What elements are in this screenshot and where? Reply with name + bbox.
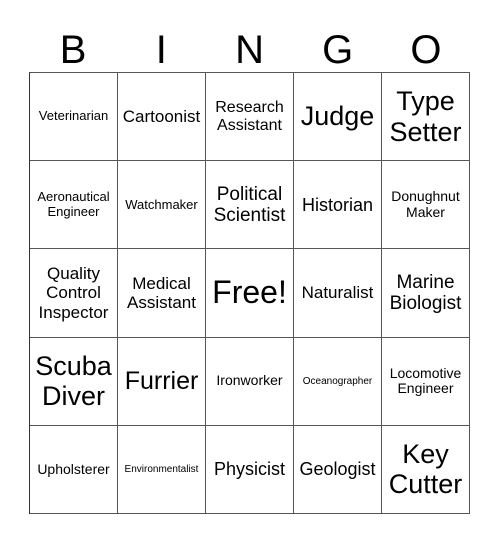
cell-label: Aeronautical Engineer bbox=[37, 189, 110, 219]
cell-label: Historian bbox=[301, 194, 374, 215]
bingo-cell[interactable]: Quality Control Inspector bbox=[30, 249, 118, 338]
bingo-cell[interactable]: Aeronautical Engineer bbox=[30, 161, 118, 250]
bingo-cell[interactable]: Judge bbox=[294, 73, 382, 162]
cell-label: Watchmaker bbox=[125, 196, 198, 212]
bingo-cell[interactable]: Scuba Diver bbox=[30, 337, 118, 426]
cell-label: Geologist bbox=[299, 459, 376, 480]
bingo-cell[interactable]: Naturalist bbox=[294, 249, 382, 338]
bingo-cell[interactable]: Historian bbox=[294, 161, 382, 250]
bingo-cell[interactable]: Marine Biologist bbox=[382, 249, 470, 338]
cell-label: Key Cutter bbox=[388, 439, 463, 500]
bingo-cell[interactable]: Ironworker bbox=[206, 337, 294, 426]
cell-label: Donughnut Maker bbox=[391, 188, 460, 220]
cell-label: Locomotive Engineer bbox=[389, 364, 462, 397]
header-letter-b: B bbox=[59, 28, 87, 72]
cell-label: Quality Control Inspector bbox=[38, 264, 109, 322]
bingo-cell[interactable]: Medical Assistant bbox=[118, 249, 206, 338]
bingo-cell[interactable]: Geologist bbox=[294, 425, 382, 514]
bingo-cell[interactable]: Locomotive Engineer bbox=[382, 337, 470, 426]
cell-label: Marine Biologist bbox=[389, 271, 462, 314]
bingo-header: B I N G O bbox=[29, 28, 470, 72]
header-letter-i: I bbox=[155, 28, 167, 72]
cell-label: Oceanographer bbox=[302, 375, 373, 387]
cell-label: Research Assistant bbox=[215, 98, 284, 134]
bingo-cell[interactable]: Upholsterer bbox=[30, 425, 118, 514]
bingo-cell[interactable]: Political Scientist bbox=[206, 161, 294, 250]
cell-label: Type Setter bbox=[389, 86, 462, 147]
bingo-cell[interactable]: Physicist bbox=[206, 425, 294, 514]
bingo-grid: Veterinarian Cartoonist Research Assistant… bbox=[29, 72, 470, 514]
bingo-cell[interactable]: Environmentalist bbox=[118, 425, 206, 514]
free-space-cell[interactable]: Free! bbox=[206, 249, 294, 338]
cell-label: Free! bbox=[212, 274, 287, 311]
bingo-cell[interactable]: Furrier bbox=[118, 337, 206, 426]
cell-label: Ironworker bbox=[216, 372, 283, 389]
header-letter-o: O bbox=[410, 28, 442, 72]
cell-label: Cartoonist bbox=[122, 107, 201, 127]
cell-label: Furrier bbox=[124, 367, 199, 396]
bingo-cell[interactable]: Type Setter bbox=[382, 73, 470, 162]
bingo-cell[interactable]: Oceanographer bbox=[294, 337, 382, 426]
cell-label: Judge bbox=[300, 101, 375, 132]
cell-label: Medical Assistant bbox=[127, 273, 196, 312]
cell-label: Naturalist bbox=[301, 283, 374, 303]
cell-label: Veterinarian bbox=[38, 108, 109, 124]
bingo-cell[interactable]: Cartoonist bbox=[118, 73, 206, 162]
header-letter-n: N bbox=[235, 28, 264, 72]
bingo-cell[interactable]: Watchmaker bbox=[118, 161, 206, 250]
cell-label: Environmentalist bbox=[124, 463, 199, 475]
bingo-cell[interactable]: Research Assistant bbox=[206, 73, 294, 162]
cell-label: Scuba Diver bbox=[35, 350, 112, 412]
bingo-cell[interactable]: Donughnut Maker bbox=[382, 161, 470, 250]
cell-label: Political Scientist bbox=[213, 183, 286, 226]
header-letter-g: G bbox=[322, 28, 354, 72]
bingo-cell[interactable]: Veterinarian bbox=[30, 73, 118, 162]
cell-label: Physicist bbox=[213, 459, 285, 480]
cell-label: Upholsterer bbox=[37, 460, 110, 477]
bingo-cell[interactable]: Key Cutter bbox=[382, 425, 470, 514]
